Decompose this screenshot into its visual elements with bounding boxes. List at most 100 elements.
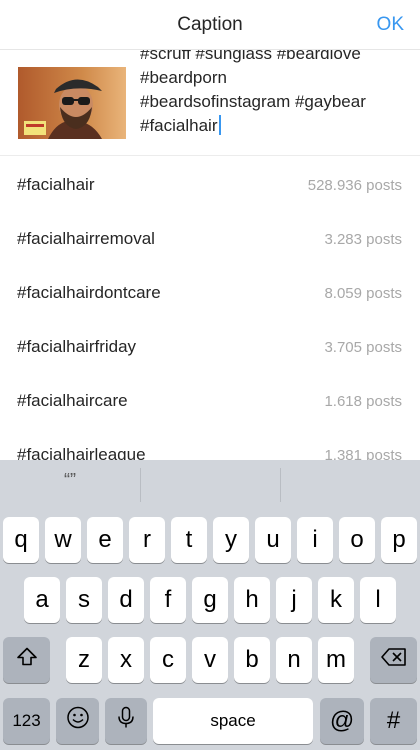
key-x[interactable]: x bbox=[108, 637, 144, 683]
key-p[interactable]: p bbox=[381, 517, 417, 563]
hashtag-label: #facialhaircare bbox=[17, 391, 128, 410]
key-a[interactable]: a bbox=[24, 577, 60, 623]
hashtag-label: #facialhairleague bbox=[17, 445, 146, 460]
key-label: 123 bbox=[12, 711, 41, 730]
prediction-bar: “” bbox=[0, 460, 420, 508]
emoji-key[interactable] bbox=[56, 698, 99, 744]
at-key[interactable]: @ bbox=[320, 698, 364, 744]
shift-icon bbox=[3, 646, 50, 675]
key-label: k bbox=[330, 586, 342, 613]
microphone-icon bbox=[105, 706, 147, 737]
key-u[interactable]: u bbox=[255, 517, 291, 563]
key-label: j bbox=[291, 586, 297, 613]
key-e[interactable]: e bbox=[87, 517, 123, 563]
key-label: b bbox=[245, 646, 259, 673]
emoji-icon bbox=[56, 706, 99, 737]
key-label: v bbox=[204, 646, 216, 673]
key-label: o bbox=[350, 526, 364, 553]
key-w[interactable]: w bbox=[45, 517, 81, 563]
caption-line-current: #facialhair bbox=[140, 114, 410, 138]
navigation-header: Caption OK bbox=[0, 0, 420, 50]
backspace-key[interactable] bbox=[370, 637, 417, 683]
hashtag-suggestion[interactable]: #facialhairleague 1.381 posts bbox=[0, 428, 420, 460]
key-g[interactable]: g bbox=[192, 577, 228, 623]
post-count: 8.059 posts bbox=[324, 285, 402, 302]
key-label: n bbox=[287, 646, 301, 673]
text-caret bbox=[218, 115, 221, 135]
key-label: h bbox=[245, 586, 259, 613]
hashtag-suggestion[interactable]: #facialhaircare 1.618 posts bbox=[0, 374, 420, 428]
page-title: Caption bbox=[177, 14, 243, 35]
hashtag-suggestion[interactable]: #facialhairremoval 3.283 posts bbox=[0, 212, 420, 266]
key-c[interactable]: c bbox=[150, 637, 186, 683]
key-label: e bbox=[98, 526, 112, 553]
prediction-cell[interactable]: “” bbox=[0, 460, 140, 508]
key-label: r bbox=[143, 526, 151, 553]
post-count: 1.381 posts bbox=[324, 447, 402, 460]
key-k[interactable]: k bbox=[318, 577, 354, 623]
hashtag-label: #facialhairfriday bbox=[17, 337, 137, 356]
hash-key[interactable]: # bbox=[370, 698, 417, 744]
key-y[interactable]: y bbox=[213, 517, 249, 563]
ok-button[interactable]: OK bbox=[377, 14, 404, 36]
key-h[interactable]: h bbox=[234, 577, 270, 623]
shift-key[interactable] bbox=[3, 637, 50, 683]
key-label: q bbox=[14, 526, 28, 553]
space-key[interactable]: space bbox=[153, 698, 313, 744]
key-label: i bbox=[312, 526, 318, 553]
key-q[interactable]: q bbox=[3, 517, 39, 563]
key-b[interactable]: b bbox=[234, 637, 270, 683]
backspace-icon bbox=[370, 646, 417, 674]
hashtag-suggestion[interactable]: #facialhairdontcare 8.059 posts bbox=[0, 266, 420, 320]
hashtag-label: #facialhairremoval bbox=[17, 229, 155, 248]
caption-line: #beardsofinstagram #gaybear bbox=[140, 92, 366, 111]
hashtag-label: #facialhair bbox=[17, 175, 95, 194]
key-l[interactable]: l bbox=[360, 577, 396, 623]
prediction-cell[interactable] bbox=[140, 460, 280, 508]
hashtag-suggestions-list: #facialhair 528.936 posts #facialhairrem… bbox=[0, 158, 420, 460]
numbers-key[interactable]: 123 bbox=[3, 698, 50, 744]
key-label: y bbox=[225, 526, 237, 553]
key-label: u bbox=[266, 526, 280, 553]
key-label: f bbox=[164, 586, 172, 613]
key-label: @ bbox=[329, 707, 355, 734]
key-label: l bbox=[375, 586, 381, 613]
key-label: a bbox=[35, 586, 49, 613]
caption-text[interactable]: #scruff #sunglass #beardlove #beardporn … bbox=[140, 50, 410, 138]
key-z[interactable]: z bbox=[66, 637, 102, 683]
key-label: space bbox=[210, 711, 256, 730]
key-label: t bbox=[185, 526, 193, 553]
dictation-key[interactable] bbox=[105, 698, 147, 744]
key-o[interactable]: o bbox=[339, 517, 375, 563]
key-label: s bbox=[78, 586, 90, 613]
key-j[interactable]: j bbox=[276, 577, 312, 623]
post-count: 3.705 posts bbox=[324, 339, 402, 356]
key-r[interactable]: r bbox=[129, 517, 165, 563]
post-count: 528.936 posts bbox=[307, 177, 402, 194]
post-thumbnail bbox=[18, 67, 126, 139]
key-label: d bbox=[119, 586, 133, 613]
key-label: c bbox=[162, 646, 174, 673]
key-s[interactable]: s bbox=[66, 577, 102, 623]
post-count: 3.283 posts bbox=[324, 231, 402, 248]
hashtag-suggestion[interactable]: #facialhair 528.936 posts bbox=[0, 158, 420, 212]
key-label: z bbox=[78, 646, 90, 673]
key-m[interactable]: m bbox=[318, 637, 354, 683]
key-d[interactable]: d bbox=[108, 577, 144, 623]
caption-editor: #scruff #sunglass #beardlove #beardporn … bbox=[0, 50, 420, 156]
key-t[interactable]: t bbox=[171, 517, 207, 563]
caption-line: #beardporn bbox=[140, 68, 227, 87]
hashtag-suggestion[interactable]: #facialhairfriday 3.705 posts bbox=[0, 320, 420, 374]
hashtag-label: #facialhairdontcare bbox=[17, 283, 161, 302]
key-v[interactable]: v bbox=[192, 637, 228, 683]
key-label: m bbox=[326, 646, 346, 673]
key-n[interactable]: n bbox=[276, 637, 312, 683]
keyboard: “” q w e r t y u i o p a s d f g h j k l… bbox=[0, 460, 420, 750]
key-label: w bbox=[54, 526, 72, 553]
prediction-cell[interactable] bbox=[280, 460, 420, 508]
key-i[interactable]: i bbox=[297, 517, 333, 563]
post-count: 1.618 posts bbox=[324, 393, 402, 410]
key-label: x bbox=[120, 646, 132, 673]
key-label: g bbox=[203, 586, 217, 613]
key-f[interactable]: f bbox=[150, 577, 186, 623]
